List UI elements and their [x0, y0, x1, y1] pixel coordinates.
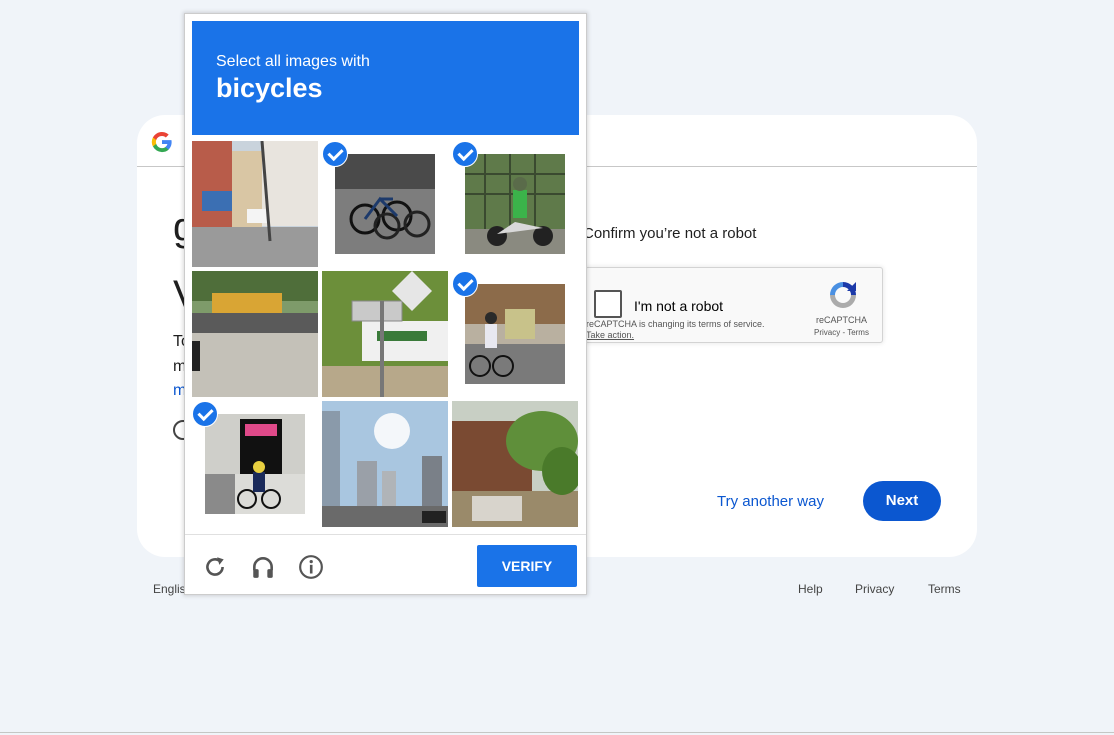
- challenge-tile-1[interactable]: [192, 141, 318, 267]
- challenge-target-object: bicycles: [216, 73, 323, 103]
- challenge-header: Select all images with bicycles: [192, 21, 579, 135]
- recaptcha-brand-text: reCAPTCHA: [816, 315, 868, 325]
- tile-image-city-skyline: [322, 401, 448, 527]
- try-another-way-link[interactable]: Try another way: [717, 493, 824, 510]
- confirm-not-robot-text: Confirm you’re not a robot: [583, 225, 757, 242]
- recaptcha-take-action-link[interactable]: Take action.: [586, 330, 634, 340]
- recaptcha-widget: I'm not a robot reCAPTCHA is changing it…: [585, 267, 883, 343]
- info-icon[interactable]: [298, 554, 324, 580]
- window-bottom-border: [0, 732, 1114, 733]
- tile-image-bus-stop: [322, 271, 448, 397]
- challenge-tile-6[interactable]: [452, 271, 578, 397]
- challenge-instruction: Select all images with: [216, 53, 370, 70]
- footer-terms-link[interactable]: Terms: [928, 582, 961, 596]
- selected-check-icon: [452, 141, 478, 167]
- audio-icon[interactable]: [250, 554, 276, 580]
- challenge-tile-4[interactable]: [192, 271, 318, 397]
- footer-help-link[interactable]: Help: [798, 582, 823, 596]
- google-logo-icon: [151, 132, 172, 153]
- language-selector[interactable]: Englis: [153, 582, 186, 596]
- recaptcha-checkbox[interactable]: [594, 290, 622, 318]
- recaptcha-challenge-dialog: Select all images with bicycles VERIFY: [184, 13, 587, 595]
- verify-button[interactable]: VERIFY: [477, 545, 577, 587]
- recaptcha-terms-notice: reCAPTCHA is changing its terms of servi…: [586, 319, 765, 329]
- next-button[interactable]: Next: [863, 481, 941, 521]
- footer-privacy-link[interactable]: Privacy: [855, 582, 894, 596]
- challenge-tile-8[interactable]: [322, 401, 448, 527]
- recaptcha-logo-icon: [830, 282, 856, 308]
- tile-image-bus-road: [192, 271, 318, 397]
- tile-image-motorbike: [465, 154, 565, 254]
- challenge-tile-2[interactable]: [322, 141, 448, 267]
- challenge-tile-5[interactable]: [322, 271, 448, 397]
- tile-image-cyclist-storefront: [205, 414, 305, 514]
- recaptcha-privacy-terms[interactable]: Privacy - Terms: [814, 328, 869, 337]
- reload-icon[interactable]: [202, 554, 228, 580]
- tile-image-parked-bicycles: [335, 154, 435, 254]
- selected-check-icon: [452, 271, 478, 297]
- recaptcha-checkbox-label: I'm not a robot: [634, 298, 724, 314]
- selected-check-icon: [192, 401, 218, 427]
- tile-image-wooden-house: [452, 401, 578, 527]
- selected-check-icon: [322, 141, 348, 167]
- challenge-tile-3[interactable]: [452, 141, 578, 267]
- challenge-footer: VERIFY: [185, 534, 586, 595]
- tile-image-street-shops: [192, 141, 318, 267]
- challenge-tile-7[interactable]: [192, 401, 318, 527]
- challenge-tile-9[interactable]: [452, 401, 578, 527]
- tile-image-cyclist-street: [465, 284, 565, 384]
